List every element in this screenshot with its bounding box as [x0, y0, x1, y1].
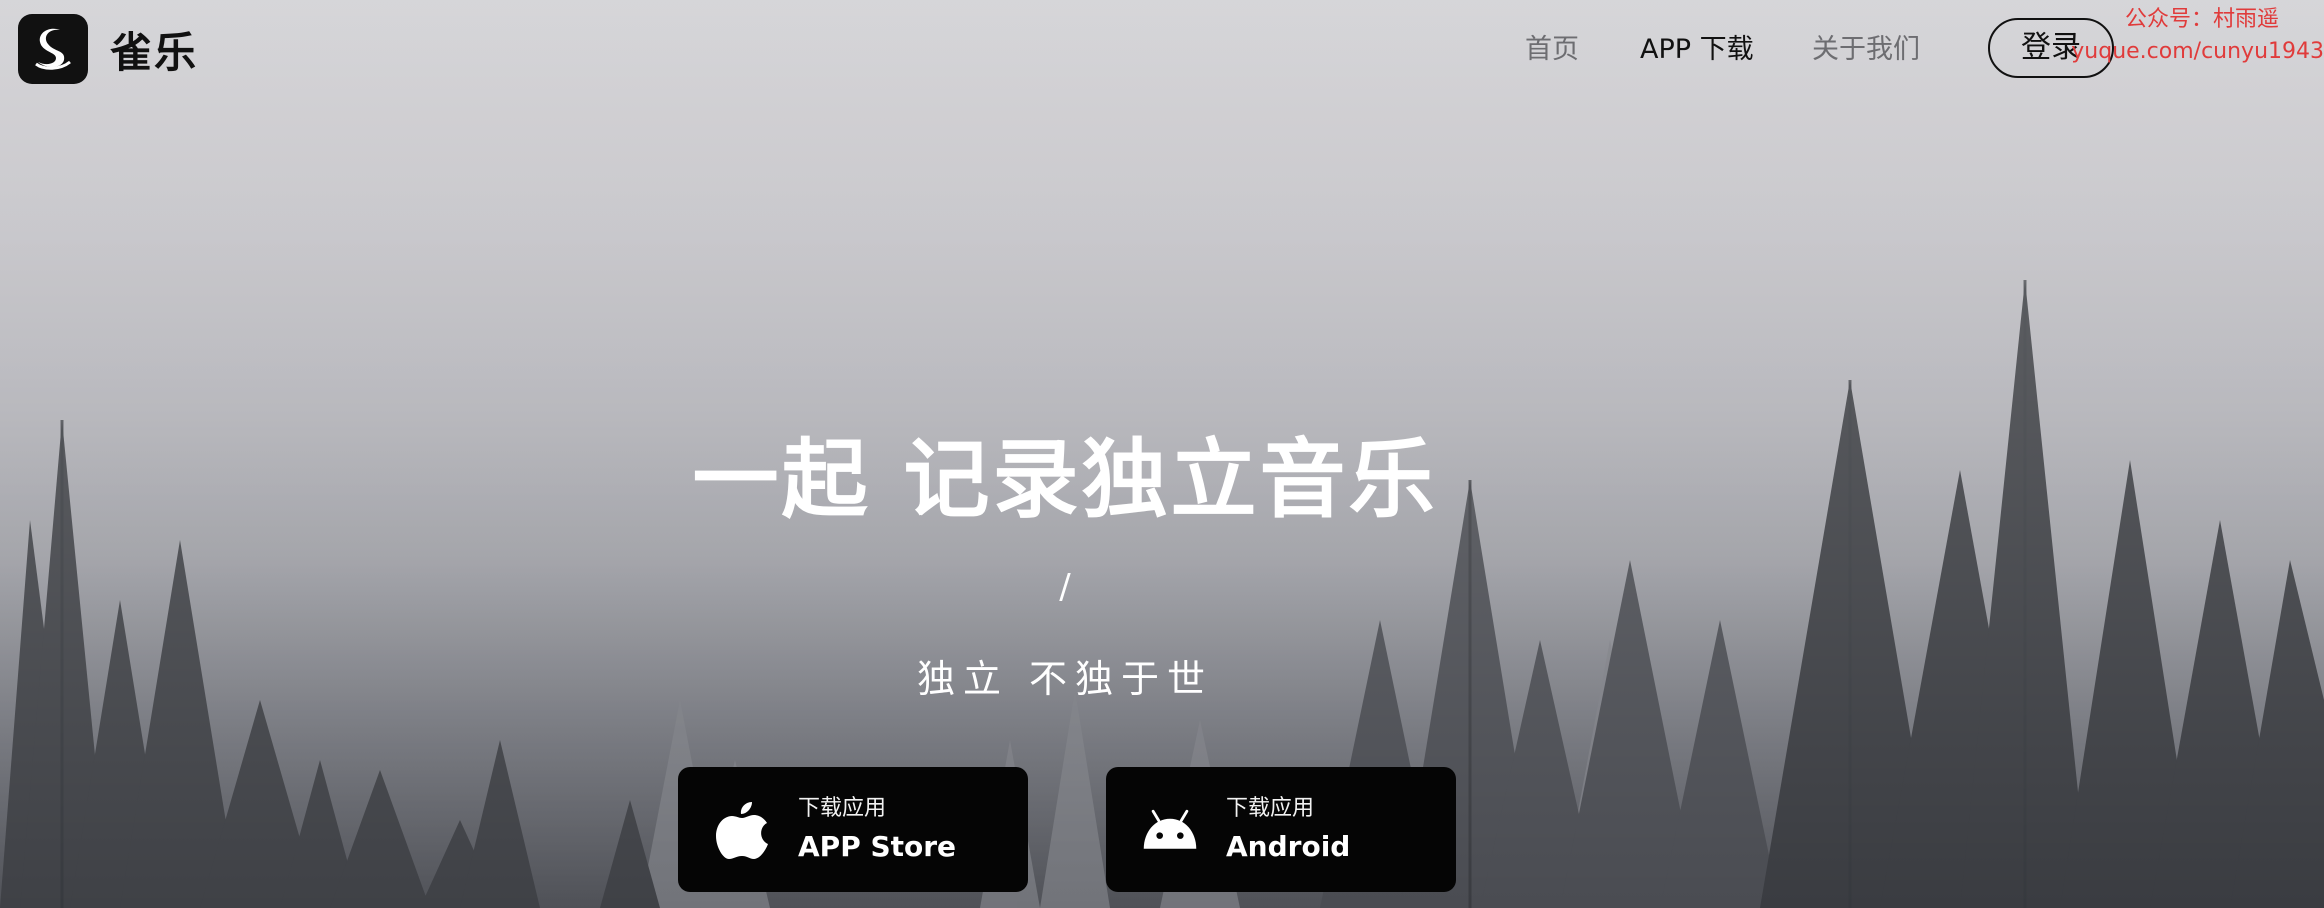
hero-divider: /	[1059, 567, 1071, 607]
watermark: 公众号：村雨遥 yuque.com/cunyu1943	[2054, 4, 2324, 68]
apple-icon	[712, 800, 772, 860]
hero-subtitle: 独立 不独于世	[916, 657, 1214, 701]
nav-app-download[interactable]: APP 下载	[1640, 30, 1754, 70]
watermark-line2: yuque.com/cunyu1943	[2071, 39, 2324, 64]
android-label: Android	[1226, 829, 1351, 863]
app-store-download-button[interactable]: 下载应用 APP Store	[678, 767, 1028, 892]
android-icon	[1140, 800, 1200, 860]
hero-title: 一起 记录独立音乐	[692, 430, 1438, 530]
nav-about[interactable]: 关于我们	[1812, 30, 1920, 70]
landing-page: 雀乐 首页 APP 下载 关于我们 登录 公众号：村雨遥 yuque.com/c…	[0, 0, 2324, 908]
app-store-label: APP Store	[798, 829, 957, 863]
android-text: 下载应用 Android	[1226, 794, 1350, 866]
top-nav: 首页 APP 下载 关于我们	[0, 30, 2324, 70]
android-download-button[interactable]: 下载应用 Android	[1106, 767, 1456, 892]
app-store-text: 下载应用 APP Store	[798, 794, 956, 866]
android-caption: 下载应用	[1226, 795, 1315, 821]
watermark-line1: 公众号：村雨遥	[2124, 7, 2279, 32]
app-store-caption: 下载应用	[798, 795, 887, 821]
nav-home[interactable]: 首页	[1525, 30, 1579, 70]
